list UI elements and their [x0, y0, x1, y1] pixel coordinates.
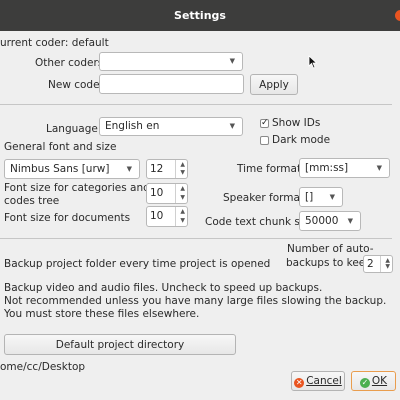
- spin-down-icon[interactable]: ▼: [180, 195, 185, 201]
- check-icon: ✓: [359, 378, 370, 388]
- cancel-icon: ✕: [294, 378, 305, 388]
- spin-down-icon[interactable]: ▼: [385, 264, 390, 270]
- chunk-size-combo[interactable]: 50000 ▼: [299, 211, 361, 231]
- divider: [0, 238, 392, 239]
- font-size-value: 12: [150, 163, 164, 175]
- time-format-value: [mm:ss]: [305, 162, 349, 174]
- spin-down-icon[interactable]: ▼: [180, 170, 185, 176]
- new-coder-input[interactable]: [99, 74, 244, 94]
- backup-folder-label: Backup project folder every time project…: [4, 258, 271, 270]
- speaker-format-value: []: [305, 191, 314, 203]
- other-coders-label: Other coders: [35, 57, 104, 69]
- apply-button-label: Apply: [259, 79, 289, 91]
- chevron-down-icon: ▼: [229, 122, 235, 130]
- chevron-down-icon: ▼: [126, 165, 132, 173]
- new-coder-label: New coder: [48, 79, 104, 91]
- dark-mode-label: Dark mode: [272, 134, 331, 146]
- divider: [0, 104, 392, 105]
- backup-av-note: Not recommended unless you have many lar…: [4, 295, 387, 307]
- font-section-label: General font and size: [4, 141, 117, 153]
- backup-av-note-2: You must store these files elsewhere.: [4, 308, 200, 320]
- spin-up-icon[interactable]: ▲: [180, 162, 185, 168]
- apply-button[interactable]: Apply: [250, 74, 298, 95]
- language-combo[interactable]: English en ▼: [99, 117, 243, 136]
- title-bar: Settings: [0, 0, 400, 31]
- close-icon[interactable]: [395, 10, 400, 21]
- time-format-combo[interactable]: [mm:ss] ▼: [299, 158, 390, 178]
- chevron-down-icon: ▼: [347, 217, 353, 225]
- mouse-pointer-icon: [308, 55, 318, 69]
- spin-up-icon[interactable]: ▲: [180, 209, 185, 215]
- backup-av-label: Backup video and audio files. Uncheck to…: [4, 282, 323, 294]
- chunk-size-value: 50000: [305, 215, 339, 227]
- cancel-button[interactable]: ✕ Cancel: [291, 371, 345, 391]
- backups-count-spinbox[interactable]: 2 ▲ ▼: [363, 255, 393, 273]
- ok-button-label: OK: [371, 375, 388, 387]
- category-font-label-2: codes tree: [4, 195, 60, 207]
- language-label: Language: [46, 123, 98, 135]
- default-directory-button[interactable]: Default project directory: [4, 334, 236, 355]
- cancel-button-label: Cancel: [306, 375, 342, 387]
- spin-up-icon[interactable]: ▲: [180, 186, 185, 192]
- chevron-down-icon: ▼: [229, 57, 235, 65]
- font-family-value: Nimbus Sans [urw]: [10, 163, 110, 175]
- ok-button[interactable]: ✓ OK: [351, 371, 396, 391]
- speaker-format-label: Speaker format: [223, 192, 305, 204]
- category-font-label: Font size for categories and: [4, 182, 150, 194]
- doc-font-value: 10: [150, 210, 164, 222]
- window-title: Settings: [174, 9, 226, 22]
- doc-font-label: Font size for documents: [4, 212, 131, 224]
- backups-count-label: Number of auto-: [287, 243, 374, 255]
- dark-mode-checkbox[interactable]: [260, 136, 269, 145]
- doc-font-spinbox[interactable]: 10 ▲ ▼: [146, 206, 188, 227]
- category-font-spinbox[interactable]: 10 ▲ ▼: [146, 183, 188, 204]
- time-format-label: Time format: [237, 163, 302, 175]
- spin-down-icon[interactable]: ▼: [180, 218, 185, 224]
- default-directory-button-label: Default project directory: [55, 339, 185, 351]
- show-ids-label: Show IDs: [272, 117, 321, 129]
- show-ids-checkbox[interactable]: ✓: [260, 119, 269, 128]
- font-family-combo[interactable]: Nimbus Sans [urw] ▼: [4, 159, 140, 179]
- chevron-down-icon: ▼: [329, 193, 335, 201]
- backups-count-value: 2: [367, 258, 374, 270]
- chevron-down-icon: ▼: [376, 164, 382, 172]
- backups-count-label-2: backups to keep: [286, 257, 372, 269]
- speaker-format-combo[interactable]: [] ▼: [299, 187, 343, 207]
- default-directory-path: ome/cc/Desktop: [0, 361, 86, 373]
- language-value: English en: [105, 120, 160, 132]
- font-size-spinbox[interactable]: 12 ▲ ▼: [146, 159, 188, 179]
- other-coders-combo[interactable]: ▼: [99, 52, 243, 71]
- current-coder-label: urrent coder: default: [0, 37, 109, 49]
- category-font-value: 10: [150, 187, 164, 199]
